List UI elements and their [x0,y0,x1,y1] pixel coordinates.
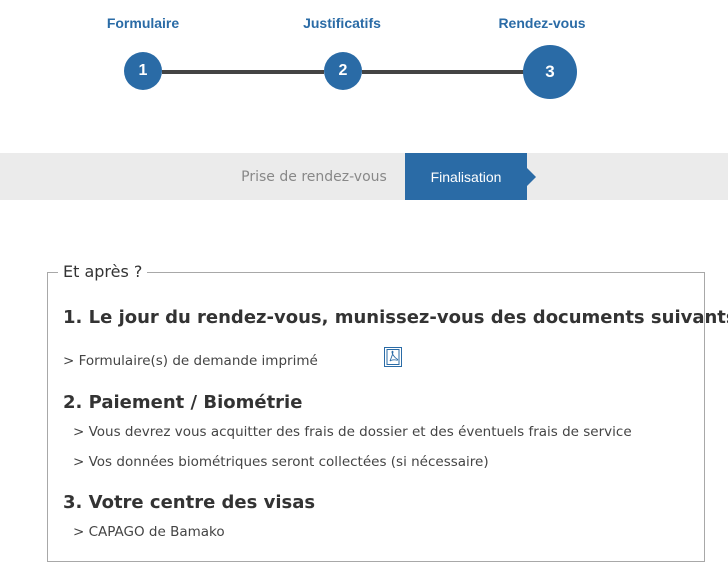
step-label-rendez-vous: Rendez-vous [498,15,586,31]
heading-centre-visas: 3. Votre centre des visas [63,492,316,513]
list-item-centre: > CAPAGO de Bamako [73,524,225,540]
step-label-justificatifs: Justificatifs [303,15,381,31]
list-item-biometrie: > Vos données biométriques seront collec… [73,454,489,470]
tab-finalisation[interactable]: Finalisation [405,153,527,200]
step-label-formulaire: Formulaire [106,15,180,31]
list-item-formulaire: > Formulaire(s) de demande imprimé [63,353,318,369]
list-item-frais: > Vous devrez vous acquitter des frais d… [73,424,632,440]
tab-prise-de-rendez-vous[interactable]: Prise de rendez-vous [224,153,404,200]
active-tab-arrow [527,168,536,186]
progress-stepper: Formulaire Justificatifs Rendez-vous 1 2… [0,0,728,130]
step-connector [362,70,524,74]
step-1-circle[interactable]: 1 [124,52,162,90]
step-2-circle[interactable]: 2 [324,52,362,90]
sub-navigation-bar: Prise de rendez-vous Finalisation [0,153,728,200]
pdf-icon[interactable] [384,347,402,367]
step-connector [162,70,324,74]
heading-paiement: 2. Paiement / Biométrie [63,392,303,413]
step-3-circle-active: 3 [523,45,577,99]
section-legend: Et après ? [58,262,148,281]
heading-documents: 1. Le jour du rendez-vous, munissez-vous… [63,307,728,328]
